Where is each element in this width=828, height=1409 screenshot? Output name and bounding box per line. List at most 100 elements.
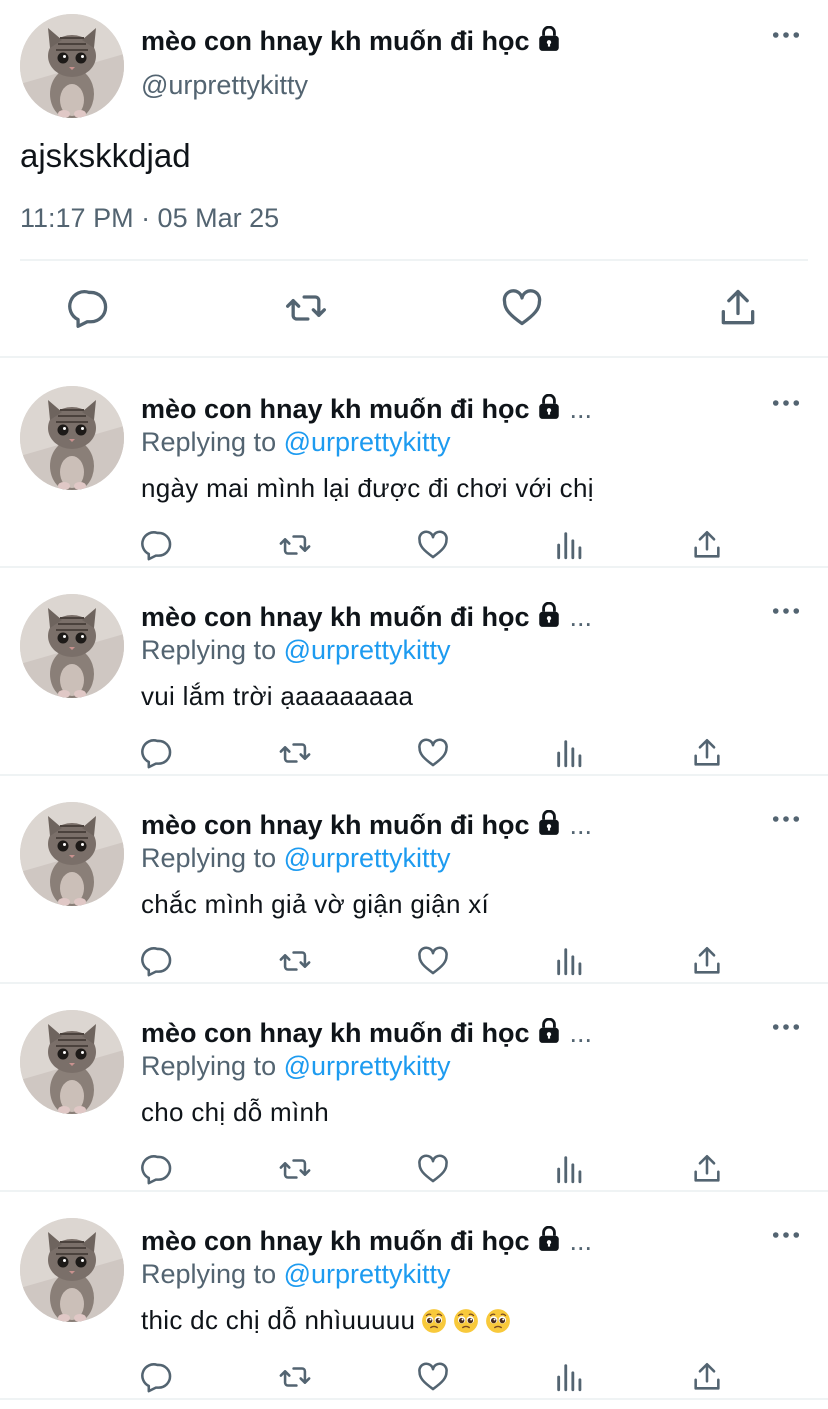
avatar[interactable]	[20, 386, 124, 490]
reply-text: chắc mình giả vờ giận giận xí	[141, 889, 489, 920]
main-tweet: mèo con hnay kh muốn đi học @urprettykit…	[0, 0, 828, 358]
share-icon[interactable]	[690, 736, 724, 770]
share-icon[interactable]	[690, 1360, 724, 1394]
display-name-text: mèo con hnay kh muốn đi học	[141, 1018, 530, 1048]
reply-icon[interactable]	[141, 1360, 175, 1394]
reply-icon[interactable]	[141, 736, 175, 770]
display-name-text: mèo con hnay kh muốn đi học	[141, 26, 530, 56]
share-icon[interactable]	[690, 944, 724, 978]
reply-tweet[interactable]: mèo con hnay kh muốn đi học... Replying …	[0, 1192, 828, 1400]
reply-icon[interactable]	[141, 1152, 175, 1186]
reply-tweet[interactable]: mèo con hnay kh muốn đi học... Replying …	[0, 360, 828, 568]
retweet-icon[interactable]	[278, 1360, 312, 1394]
views-icon[interactable]	[553, 528, 587, 562]
truncation-ellipsis: ...	[569, 1018, 593, 1048]
reply-text-content: cho chị dỗ mình	[141, 1097, 330, 1127]
replying-to-handle[interactable]: @urprettykitty	[284, 843, 451, 873]
pleading-face-emoji	[485, 1308, 511, 1334]
reply-icon[interactable]	[141, 944, 175, 978]
lock-icon	[536, 810, 562, 836]
like-icon[interactable]	[416, 736, 450, 770]
reply-text: thic dc chị dỗ nhìuuuuu	[141, 1305, 511, 1336]
retweet-icon[interactable]	[284, 286, 328, 330]
retweet-icon[interactable]	[278, 1152, 312, 1186]
reply-text-content: thic dc chị dỗ nhìuuuuu	[141, 1305, 416, 1335]
truncation-ellipsis: ...	[569, 1226, 593, 1256]
like-icon[interactable]	[416, 944, 450, 978]
replying-to-label: Replying to	[141, 427, 277, 457]
replying-to: Replying to @urprettykitty	[141, 427, 451, 458]
reply-tweet[interactable]: mèo con hnay kh muốn đi học... Replying …	[0, 568, 828, 776]
reply-text-content: vui lắm trời ạaaaaaaaa	[141, 681, 414, 711]
handle[interactable]: @urprettykitty	[141, 70, 308, 101]
tweet-timestamp[interactable]: 11:17 PM · 05 Mar 25	[20, 203, 279, 234]
reply-text: vui lắm trời ạaaaaaaaa	[141, 681, 413, 712]
replying-to-label: Replying to	[141, 1259, 277, 1289]
lock-icon	[536, 1226, 562, 1252]
lock-icon	[536, 602, 562, 628]
display-name-text: mèo con hnay kh muốn đi học	[141, 394, 530, 424]
reply-text: ngày mai mình lại được đi chơi với chị	[141, 473, 594, 504]
reply-tweet[interactable]: mèo con hnay kh muốn đi học... Replying …	[0, 984, 828, 1192]
reply-text-content: ngày mai mình lại được đi chơi với chị	[141, 473, 594, 503]
display-name[interactable]: mèo con hnay kh muốn đi học...	[141, 810, 592, 841]
reply-icon[interactable]	[141, 528, 175, 562]
display-name[interactable]: mèo con hnay kh muốn đi học...	[141, 1018, 592, 1049]
avatar[interactable]	[20, 1010, 124, 1114]
more-options-icon[interactable]	[772, 30, 800, 40]
share-icon[interactable]	[690, 528, 724, 562]
more-options-icon[interactable]	[772, 606, 800, 616]
reply-text-content: chắc mình giả vờ giận giận xí	[141, 889, 490, 919]
replying-to-label: Replying to	[141, 1051, 277, 1081]
more-options-icon[interactable]	[772, 1230, 800, 1240]
like-icon[interactable]	[416, 1152, 450, 1186]
display-name[interactable]: mèo con hnay kh muốn đi học...	[141, 394, 592, 425]
truncation-ellipsis: ...	[569, 810, 593, 840]
divider	[20, 259, 808, 261]
replying-to-label: Replying to	[141, 635, 277, 665]
retweet-icon[interactable]	[278, 736, 312, 770]
emoji-group	[415, 1305, 511, 1335]
reply-tweet[interactable]: mèo con hnay kh muốn đi học... Replying …	[0, 776, 828, 984]
display-name[interactable]: mèo con hnay kh muốn đi học...	[141, 602, 592, 633]
avatar[interactable]	[20, 14, 124, 118]
more-options-icon[interactable]	[772, 814, 800, 824]
more-options-icon[interactable]	[772, 398, 800, 408]
replying-to-handle[interactable]: @urprettykitty	[284, 1259, 451, 1289]
pleading-face-emoji	[421, 1308, 447, 1334]
truncation-ellipsis: ...	[569, 394, 593, 424]
reply-icon[interactable]	[68, 286, 112, 330]
pleading-face-emoji	[453, 1308, 479, 1334]
retweet-icon[interactable]	[278, 528, 312, 562]
display-name[interactable]: mèo con hnay kh muốn đi học...	[141, 1226, 592, 1257]
lock-icon	[536, 26, 562, 52]
replying-to-handle[interactable]: @urprettykitty	[284, 427, 451, 457]
replying-to-handle[interactable]: @urprettykitty	[284, 635, 451, 665]
replying-to: Replying to @urprettykitty	[141, 843, 451, 874]
like-icon[interactable]	[416, 528, 450, 562]
lock-icon	[536, 394, 562, 420]
replying-to: Replying to @urprettykitty	[141, 1051, 451, 1082]
avatar[interactable]	[20, 594, 124, 698]
avatar[interactable]	[20, 1218, 124, 1322]
lock-icon	[536, 1018, 562, 1044]
display-name-text: mèo con hnay kh muốn đi học	[141, 602, 530, 632]
more-options-icon[interactable]	[772, 1022, 800, 1032]
display-name-text: mèo con hnay kh muốn đi học	[141, 810, 530, 840]
retweet-icon[interactable]	[278, 944, 312, 978]
share-icon[interactable]	[716, 286, 760, 330]
tweet-text: ajskskkdjad	[20, 137, 191, 174]
avatar[interactable]	[20, 802, 124, 906]
truncation-ellipsis: ...	[569, 602, 593, 632]
views-icon[interactable]	[553, 736, 587, 770]
replying-to-handle[interactable]: @urprettykitty	[284, 1051, 451, 1081]
like-icon[interactable]	[416, 1360, 450, 1394]
views-icon[interactable]	[553, 1152, 587, 1186]
display-name[interactable]: mèo con hnay kh muốn đi học	[141, 26, 562, 57]
views-icon[interactable]	[553, 1360, 587, 1394]
like-icon[interactable]	[500, 286, 544, 330]
share-icon[interactable]	[690, 1152, 724, 1186]
views-icon[interactable]	[553, 944, 587, 978]
reply-text: cho chị dỗ mình	[141, 1097, 329, 1128]
replying-to-label: Replying to	[141, 843, 277, 873]
